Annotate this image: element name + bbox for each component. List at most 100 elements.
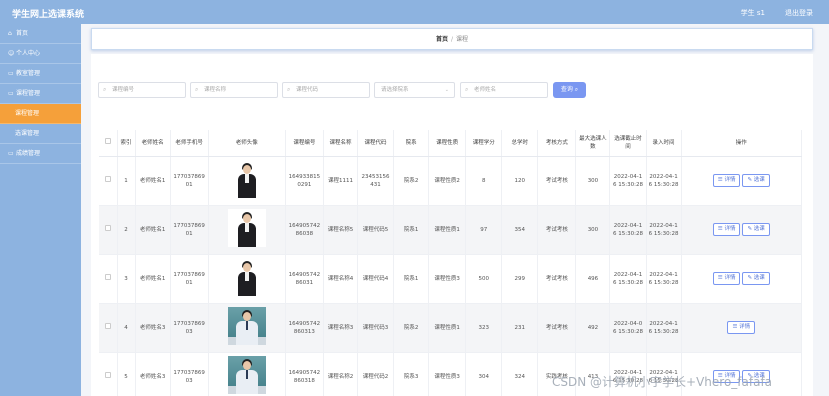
teacher-name-search-input[interactable]: ⌕ 老师姓名 [460, 82, 548, 98]
app-title: 学生网上选课系统 [12, 10, 85, 20]
sidebar-item-label: 选课管理 [15, 130, 40, 137]
checkbox-cell[interactable] [99, 156, 118, 206]
main-area: 首页 / 课程 ⌕ 课程编号 ⌕ 课程名称 ⌕ 课程代码 请选择院系 ⌄ ⌕ 老师姓名 查询 … [81, 24, 829, 396]
breadcrumb-home[interactable]: 首页 [436, 36, 448, 43]
row-checkbox[interactable] [104, 225, 111, 231]
cell-phone: 17703786901 [170, 205, 209, 255]
detail-button[interactable]: ☰ 详情 [712, 174, 741, 187]
cell-nature: 课程性质3 [428, 352, 467, 396]
cell-deadline: 2022-04-16 15:30:28 [609, 156, 647, 206]
cell-course-no: 164905742860313 [285, 303, 324, 353]
cell-credit: 500 [465, 254, 503, 304]
column-header: 操作 [681, 130, 803, 157]
table-row[interactable]: 2 老师姓名1 17703786901 16490574286038 课程名称5 课程代码… [99, 205, 803, 255]
actions-cell: ☰ 详情 ✎ 选课 [681, 205, 803, 255]
cell-course-code: 课程代码3 [357, 303, 395, 353]
row-checkbox[interactable] [104, 323, 111, 329]
cell-teacher: 老师姓名1 [135, 156, 171, 206]
content-card: ⌕ 课程编号 ⌕ 课程名称 ⌕ 课程代码 请选择院系 ⌄ ⌕ 老师姓名 查询 ⌕ 索引 老师… [91, 54, 813, 396]
column-header: 索引 [117, 130, 136, 157]
logout-link[interactable]: 退出登录 [785, 8, 813, 18]
sidebar-item-3[interactable]: ▭ 课程管理 [0, 84, 81, 104]
sidebar-item-1[interactable]: ☺ 个人中心 [0, 44, 81, 64]
folder-icon: ▭ [8, 70, 14, 77]
search-icon: ⌕ [287, 86, 291, 93]
course-code-search-input[interactable]: ⌕ 课程代码 [282, 82, 370, 98]
checkbox-cell[interactable] [99, 352, 118, 396]
folder-icon: ▭ [8, 150, 14, 157]
sidebar: ⌂ 首页 ☺ 个人中心 ▭ 教室管理 ▭ 课程管理 课程管理 选课管理 ▭ 成绩管理 [0, 24, 81, 396]
watermark: CSDN @计算机小宇学长+Vhero_fafafa [552, 375, 773, 389]
cell-course-code: 课程代码4 [357, 254, 395, 304]
table-row[interactable]: 3 老师姓名1 17703786901 16490574286031 课程名称4 课程代码… [99, 254, 803, 304]
cell-nature: 课程性质2 [428, 156, 467, 206]
sidebar-item-label: 成绩管理 [16, 150, 41, 157]
top-bar: 学生网上选课系统 学生 s1 退出登录 [0, 0, 829, 24]
cell-teacher: 老师姓名1 [135, 254, 171, 304]
sidebar-item-4[interactable]: 课程管理 [0, 104, 81, 124]
teacher-avatar [227, 356, 266, 394]
cell-hours: 354 [501, 205, 539, 255]
cell-course-name: 课程1111 [323, 156, 359, 206]
column-header: 老师手机号 [170, 130, 209, 157]
cell-teacher: 老师姓名3 [135, 352, 171, 396]
table-row[interactable]: 4 老师姓名3 17703786903 164905742860313 课程名称3 课程代… [99, 303, 803, 353]
sidebar-item-0[interactable]: ⌂ 首页 [0, 24, 81, 44]
table-row[interactable]: 1 老师姓名1 17703786901 1649338150291 课程1111 2345… [99, 156, 803, 206]
cell-created: 2022-04-16 15:30:28 [646, 254, 682, 304]
checkbox-cell[interactable] [99, 254, 118, 304]
sidebar-item-label: 首页 [16, 30, 29, 37]
detail-button[interactable]: ☰ 详情 [727, 321, 756, 334]
cell-index: 5 [117, 352, 136, 396]
cell-max: 496 [575, 254, 611, 304]
cell-course-no: 164905742860318 [285, 352, 324, 396]
department-select[interactable]: 请选择院系 ⌄ [374, 82, 455, 98]
breadcrumb-separator: / [450, 36, 454, 43]
teacher-avatar [227, 258, 266, 296]
select-course-button[interactable]: ✎ 选课 [742, 174, 770, 187]
row-checkbox[interactable] [104, 274, 111, 280]
detail-button[interactable]: ☰ 详情 [712, 223, 741, 236]
sidebar-item-label: 教室管理 [16, 70, 41, 77]
cell-course-code: 课程代码2 [357, 352, 395, 396]
cell-created: 2022-04-16 15:30:28 [646, 205, 682, 255]
select-course-button[interactable]: ✎ 选课 [742, 272, 770, 285]
query-button[interactable]: 查询 ⌕ [553, 82, 586, 98]
table-header-row: 索引 老师姓名 老师手机号 老师头像 课程编号 课程名称 课程代码 院系 课程性质 课程学分 总学时… [99, 130, 803, 157]
sidebar-item-5[interactable]: 选课管理 [0, 124, 81, 144]
cell-credit: 97 [465, 205, 503, 255]
actions-cell: ☰ 详情 ✎ 选课 [681, 254, 803, 304]
cell-phone: 17703786901 [170, 254, 209, 304]
detail-button[interactable]: ☰ 详情 [712, 272, 741, 285]
cell-nature: 课程性质3 [428, 254, 467, 304]
checkbox-cell[interactable] [99, 303, 118, 353]
cell-course-name: 课程名称5 [323, 205, 359, 255]
sidebar-item-2[interactable]: ▭ 教室管理 [0, 64, 81, 84]
course-name-search-input[interactable]: ⌕ 课程名称 [190, 82, 278, 98]
cell-course-no: 16490574286031 [285, 254, 324, 304]
cell-max: 492 [575, 303, 611, 353]
row-checkbox[interactable] [104, 372, 111, 378]
course-number-search-input[interactable]: ⌕ 课程编号 [98, 82, 186, 98]
column-header: 课程学分 [465, 130, 503, 157]
column-header[interactable] [99, 130, 118, 157]
select-all-checkbox[interactable] [104, 138, 111, 145]
row-checkbox[interactable] [104, 176, 111, 182]
column-header: 院系 [393, 130, 430, 157]
cell-teacher: 老师姓名1 [135, 205, 171, 255]
select-course-button[interactable]: ✎ 选课 [742, 223, 770, 236]
column-header: 总学时 [501, 130, 539, 157]
current-user[interactable]: 学生 s1 [741, 8, 765, 18]
teacher-avatar-cell [208, 352, 286, 396]
cell-created: 2022-04-16 15:30:28 [646, 303, 682, 353]
sidebar-item-6[interactable]: ▭ 成绩管理 [0, 144, 81, 164]
column-header: 课程编号 [285, 130, 324, 157]
checkbox-cell[interactable] [99, 205, 118, 255]
column-header: 课程性质 [428, 130, 467, 157]
course-table: 索引 老师姓名 老师手机号 老师头像 课程编号 课程名称 课程代码 院系 课程性质 课程学分 总学时… [99, 130, 803, 396]
cell-dept: 院系1 [393, 254, 430, 304]
cell-course-code: 课程代码5 [357, 205, 395, 255]
cell-deadline: 2022-04-06 15:30:28 [609, 303, 647, 353]
column-header: 考核方式 [537, 130, 577, 157]
home-icon: ⌂ [8, 30, 12, 37]
